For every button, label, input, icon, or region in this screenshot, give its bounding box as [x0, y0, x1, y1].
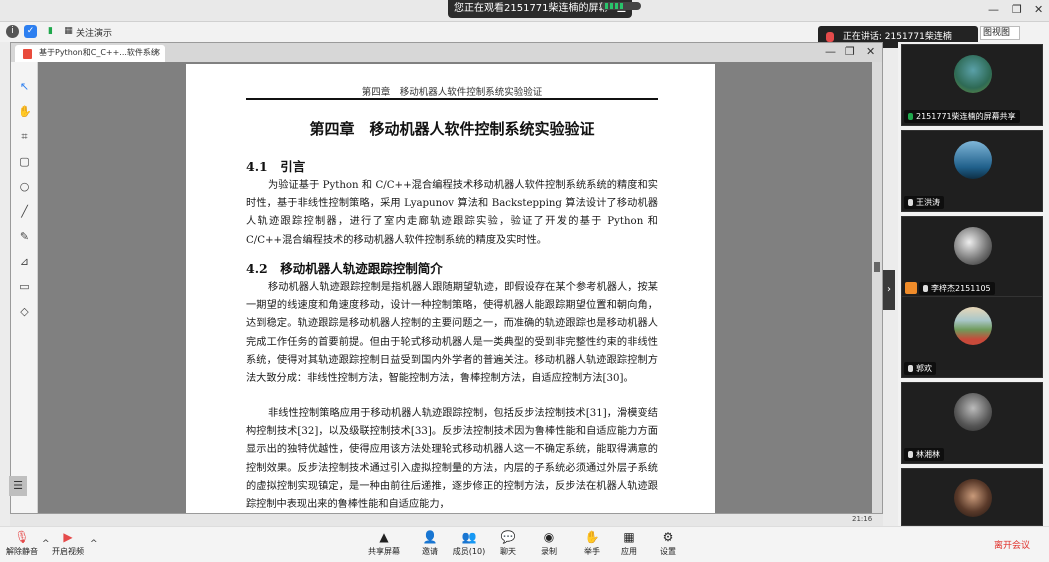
hand-tool-icon[interactable]: ✋: [18, 105, 32, 118]
share-screen-button[interactable]: ▲ 共享屏幕: [366, 530, 402, 557]
participant-gallery: 2151771柴连楠的屏幕共享 王洪涛 李梓杰2151105 郭欢 林湘林: [898, 42, 1049, 526]
video-off-icon: ▶: [63, 530, 73, 544]
participant-name: 王洪涛: [904, 196, 944, 209]
pdf-tool-rail: ↖ ✋ ⌗ ▢ ○ ╱ ✎ ⊿ ▭ ◇ ☰: [9, 62, 38, 513]
microphone-muted-icon: 🎙: [14, 530, 30, 544]
circle-icon[interactable]: ○: [18, 180, 31, 193]
section-title-4-2: 4.2 移动机器人轨迹跟踪控制简介: [246, 261, 443, 276]
settings-button[interactable]: ⚙ 设置: [650, 530, 686, 557]
crop-icon[interactable]: ⌗: [18, 130, 31, 143]
grid-icon[interactable]: ▦: [62, 25, 75, 38]
paragraph-intro: 为验证基于 Python 和 C/C++混合编程技术移动机器人软件控制系统系统的…: [246, 180, 658, 246]
screen: 您正在观看2151771柴连楠的屏幕 ☰ — ❐ ✕ i ✓ ▮ ▦ 关注演示 …: [0, 0, 1049, 562]
participant-tile[interactable]: 郭欢: [901, 296, 1043, 378]
pdf-page: 第四章 移动机器人软件控制系统实验验证 第四章 移动机器人软件控制系统实验验证 …: [186, 64, 715, 513]
unmute-button[interactable]: 🎙 解除静音: [4, 530, 40, 557]
rectangle-icon[interactable]: ▢: [18, 155, 31, 168]
list-menu-icon[interactable]: ☰: [9, 476, 27, 496]
windows-taskbar: [10, 514, 883, 526]
participant-name: 郭欢: [904, 362, 936, 375]
raise-hand-button[interactable]: ✋ 举手: [574, 530, 610, 557]
comment-icon[interactable]: ▭: [18, 280, 31, 293]
tab-close-icon[interactable]: ✕: [153, 45, 161, 61]
paragraph-nonlinear: 非线性控制策略应用于移动机器人轨迹跟踪控制，包括反步法控制技术[31]，滑模变结…: [246, 408, 658, 511]
participant-tile[interactable]: 王洪涛: [901, 130, 1043, 212]
apps-button[interactable]: ▦ 应用: [611, 530, 647, 557]
apps-icon: ▦: [623, 530, 635, 544]
avatar: [954, 479, 992, 517]
pdf-minimize-icon[interactable]: —: [825, 45, 836, 58]
leave-meeting-button[interactable]: 离开会议: [986, 538, 1038, 554]
avatar: [954, 227, 992, 265]
participant-name: 李梓杰2151105: [919, 282, 995, 295]
gear-icon: ⚙: [662, 530, 674, 544]
chat-icon: 💬: [500, 530, 516, 544]
chat-button[interactable]: 💬 聊天: [490, 530, 526, 557]
pdf-maximize-icon[interactable]: ❐: [845, 45, 855, 58]
microphone-icon: [826, 31, 834, 42]
scrollbar-thumb[interactable]: [874, 262, 880, 272]
gallery-toggle-icon[interactable]: ›: [883, 270, 895, 310]
avatar: [954, 307, 992, 345]
participants-button[interactable]: 👥 成员(10): [451, 530, 487, 557]
meeting-controls-bar: 🎙 解除静音 ^ ▶ 开启视频 ^ ▲ 共享屏幕 👤 邀请 👥 成员(10) 💬…: [0, 526, 1049, 562]
network-signal-icon: [601, 2, 641, 10]
participant-name: 2151771柴连楠的屏幕共享: [904, 110, 1020, 123]
info-icon[interactable]: i: [6, 25, 19, 38]
participant-tile[interactable]: 2151771柴连楠的屏幕共享: [901, 44, 1043, 126]
pen-icon[interactable]: ✎: [18, 230, 31, 243]
signal-bars-icon: ▮: [48, 26, 53, 36]
participant-tile[interactable]: [901, 468, 1043, 526]
pdf-file-icon: [23, 49, 32, 59]
video-options-icon[interactable]: ^: [90, 539, 98, 549]
paragraph-tracking: 移动机器人轨迹跟踪控制是指机器人跟随期望轨迹，即假设存在某个参考机器人，按某一期…: [246, 282, 658, 385]
chapter-title: 第四章 移动机器人软件控制系统实验验证: [309, 120, 595, 138]
participant-name: 林湘林: [904, 448, 944, 461]
screen-share-badge-icon: [905, 282, 917, 294]
line-icon[interactable]: ╱: [18, 205, 31, 218]
invite-button[interactable]: 👤 邀请: [412, 530, 448, 557]
start-video-button[interactable]: ▶ 开启视频: [50, 530, 86, 557]
hand-icon: ✋: [584, 530, 600, 544]
vertical-scrollbar[interactable]: [872, 62, 882, 513]
participant-tile[interactable]: 李梓杰2151105: [901, 216, 1043, 298]
eraser-icon[interactable]: ◇: [18, 305, 31, 318]
select-pointer-icon[interactable]: ↖: [18, 80, 31, 93]
record-icon: ◉: [543, 530, 555, 544]
maximize-icon[interactable]: ❐: [1012, 3, 1022, 16]
share-screen-icon: ▲: [379, 530, 389, 544]
invite-icon: 👤: [422, 530, 438, 544]
close-icon[interactable]: ✕: [1034, 3, 1043, 16]
shield-icon[interactable]: ✓: [24, 25, 37, 38]
pdf-tab-bar: 基于Python和C_C++...软件系统设计 ✕ — ❐ ✕: [11, 43, 882, 73]
participants-icon: 👥: [461, 530, 477, 544]
view-mode-label[interactable]: 关注演示: [76, 26, 112, 39]
taskbar-clock: 21:16: [852, 515, 873, 523]
participant-tile[interactable]: 林湘林: [901, 382, 1043, 464]
avatar: [954, 55, 992, 93]
running-header: 第四章 移动机器人软件控制系统实验验证: [361, 87, 543, 98]
banner-text: 您正在观看2151771柴连楠的屏幕: [454, 3, 609, 14]
audio-options-icon[interactable]: ^: [42, 539, 50, 549]
speaking-text: 正在讲话: 2151771柴连楠: [842, 32, 952, 42]
view-switch-label: 图视图: [983, 28, 1011, 38]
minimize-icon[interactable]: —: [988, 3, 999, 16]
view-switch-button[interactable]: 图视图: [980, 26, 1020, 40]
header-rule: [246, 98, 658, 100]
section-title-4-1: 4.1 引言: [246, 159, 306, 174]
avatar: [954, 393, 992, 431]
pdf-document-tab[interactable]: 基于Python和C_C++...软件系统设计 ✕: [15, 45, 165, 73]
highlighter-icon[interactable]: ⊿: [18, 255, 31, 268]
pdf-close-icon[interactable]: ✕: [866, 45, 875, 58]
avatar: [954, 141, 992, 179]
record-button[interactable]: ◉ 录制: [531, 530, 567, 557]
pdf-viewer-window: 基于Python和C_C++...软件系统设计 ✕ — ❐ ✕ ↖ ✋ ⌗ ▢ …: [9, 42, 883, 514]
